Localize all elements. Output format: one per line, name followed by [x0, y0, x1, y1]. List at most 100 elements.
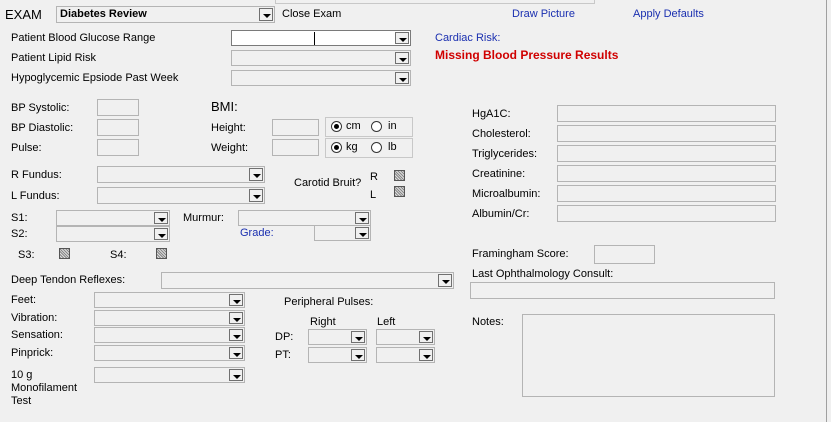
chevron-down-icon[interactable]: [419, 331, 433, 343]
carotid-r-label: R: [370, 171, 378, 183]
murmur-select[interactable]: [238, 210, 371, 226]
pulse-label: Pulse:: [11, 142, 42, 154]
pinprick-select[interactable]: [94, 345, 245, 361]
notes-field[interactable]: [522, 314, 775, 397]
carotid-l-checkbox[interactable]: [394, 186, 405, 197]
pulse-field[interactable]: [97, 139, 139, 156]
carotid-r-checkbox[interactable]: [394, 170, 405, 181]
lb-label: lb: [388, 141, 397, 153]
r-fundus-label: R Fundus:: [11, 169, 62, 181]
ophthalmology-label: Last Ophthalmology Consult:: [472, 268, 614, 280]
notes-label: Notes:: [472, 316, 504, 328]
in-label: in: [388, 120, 397, 132]
weight-label: Weight:: [211, 142, 249, 154]
bp-systolic-label: BP Systolic:: [11, 102, 70, 114]
chevron-down-icon[interactable]: [355, 227, 369, 239]
vibration-select[interactable]: [94, 310, 245, 326]
l-fundus-label: L Fundus:: [11, 190, 60, 202]
albumin-cr-field[interactable]: [557, 205, 776, 222]
glucose-select[interactable]: [231, 30, 411, 46]
chevron-down-icon[interactable]: [229, 294, 243, 306]
chevron-down-icon[interactable]: [259, 8, 273, 21]
monofilament-label: 10 g Monofilament Test: [11, 369, 78, 407]
framingham-field[interactable]: [594, 245, 655, 264]
chevron-down-icon[interactable]: [229, 347, 243, 359]
chevron-down-icon[interactable]: [419, 349, 433, 361]
cm-radio[interactable]: [331, 121, 342, 132]
chevron-down-icon[interactable]: [438, 274, 452, 287]
s1-label: S1:: [11, 212, 28, 224]
peripheral-pulses-label: Peripheral Pulses:: [284, 296, 374, 308]
chevron-down-icon[interactable]: [351, 331, 365, 343]
s1-select[interactable]: [56, 210, 170, 226]
lb-radio[interactable]: [371, 142, 382, 153]
carotid-l-label: L: [370, 189, 377, 201]
chevron-down-icon[interactable]: [351, 349, 365, 361]
s2-select[interactable]: [56, 226, 170, 242]
height-label: Height:: [211, 122, 246, 134]
lipid-label: Patient Lipid Risk: [11, 52, 96, 64]
grade-select[interactable]: [314, 225, 371, 241]
cholesterol-field[interactable]: [557, 125, 776, 142]
exam-select-value: Diabetes Review: [60, 8, 147, 20]
chevron-down-icon[interactable]: [249, 168, 263, 181]
chevron-down-icon[interactable]: [249, 189, 263, 202]
grade-label: Grade:: [240, 227, 274, 239]
murmur-label: Murmur:: [183, 212, 224, 224]
kg-label: kg: [346, 141, 358, 153]
draw-picture-link[interactable]: Draw Picture: [512, 8, 575, 21]
s4-checkbox[interactable]: [156, 248, 167, 259]
height-field[interactable]: [272, 119, 319, 136]
chevron-down-icon[interactable]: [154, 212, 168, 224]
pt-label: PT:: [275, 349, 291, 361]
creatinine-field[interactable]: [557, 165, 776, 182]
weight-field[interactable]: [272, 139, 319, 156]
s3-checkbox[interactable]: [59, 248, 70, 259]
exam-select[interactable]: Diabetes Review: [56, 6, 275, 23]
deep-tendon-select[interactable]: [161, 272, 454, 289]
hypo-select[interactable]: [231, 70, 411, 86]
chevron-down-icon[interactable]: [395, 52, 409, 64]
cardiac-risk-label: Cardiac Risk:: [435, 32, 501, 44]
feet-select[interactable]: [94, 292, 245, 308]
bp-diastolic-field[interactable]: [97, 119, 139, 136]
triglycerides-field[interactable]: [557, 145, 776, 162]
chevron-down-icon[interactable]: [229, 329, 243, 341]
framingham-label: Framingham Score:: [472, 248, 569, 260]
text-caret: [314, 32, 315, 45]
kg-radio[interactable]: [331, 142, 342, 153]
dp-right-select[interactable]: [308, 329, 367, 345]
l-fundus-select[interactable]: [97, 187, 265, 204]
s4-label: S4:: [110, 249, 127, 261]
missing-bp-warning: Missing Blood Pressure Results: [435, 48, 619, 62]
apply-defaults-link[interactable]: Apply Defaults: [633, 8, 704, 21]
pt-right-select[interactable]: [308, 347, 367, 363]
r-fundus-select[interactable]: [97, 166, 265, 183]
pulse-right-label: Right: [310, 316, 336, 328]
dp-left-select[interactable]: [376, 329, 435, 345]
bp-systolic-field[interactable]: [97, 99, 139, 116]
chevron-down-icon[interactable]: [154, 228, 168, 240]
sensation-select[interactable]: [94, 327, 245, 343]
lipid-select[interactable]: [231, 50, 411, 66]
feet-label: Feet:: [11, 294, 37, 306]
chevron-down-icon[interactable]: [229, 312, 243, 324]
chevron-down-icon[interactable]: [395, 72, 409, 84]
pt-left-select[interactable]: [376, 347, 435, 363]
hga1c-field[interactable]: [557, 105, 776, 122]
pulse-left-label: Left: [377, 316, 396, 328]
albumin-cr-label: Albumin/Cr:: [472, 208, 530, 220]
pinprick-label: Pinprick:: [11, 347, 54, 359]
chevron-down-icon[interactable]: [355, 212, 369, 224]
ophthalmology-field[interactable]: [470, 282, 775, 299]
s2-label: S2:: [11, 228, 28, 240]
close-exam-link[interactable]: Close Exam: [282, 8, 341, 21]
monofilament-select[interactable]: [94, 367, 245, 383]
in-radio[interactable]: [371, 121, 382, 132]
chevron-down-icon[interactable]: [229, 369, 243, 381]
microalbumin-field[interactable]: [557, 185, 776, 202]
dp-label: DP:: [275, 331, 294, 343]
exam-label: EXAM: [5, 7, 42, 22]
chevron-down-icon[interactable]: [395, 32, 409, 44]
hypo-label: Hypoglycemic Epsiode Past Week: [11, 72, 179, 84]
